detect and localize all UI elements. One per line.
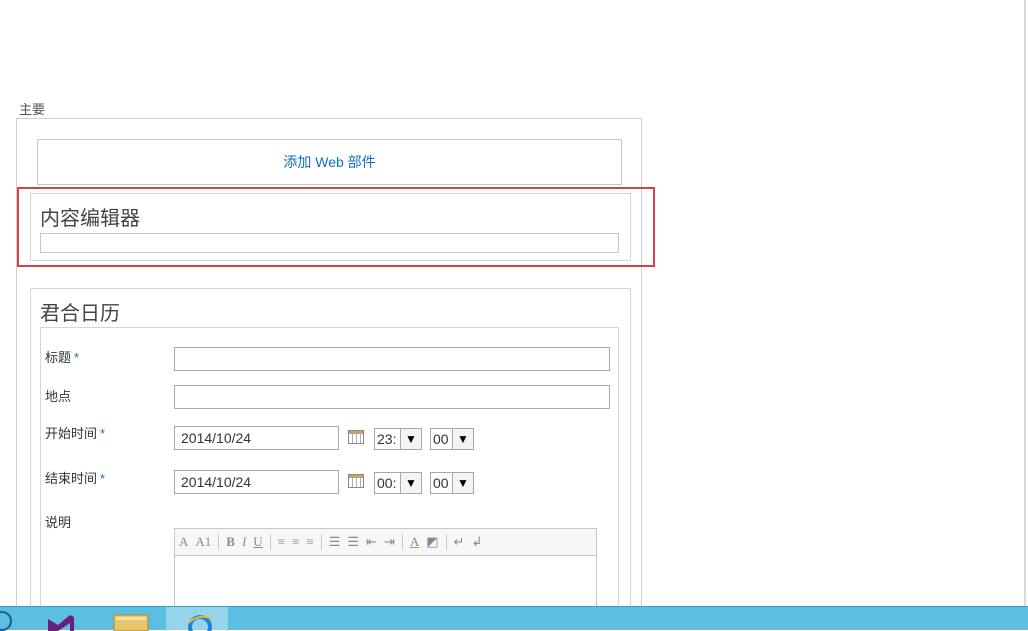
toolbar-separator [269, 534, 271, 550]
required-mark: * [100, 426, 106, 441]
file-explorer-icon[interactable] [112, 607, 150, 631]
numbered-list-icon[interactable]: ☰ [329, 534, 341, 550]
underline-icon[interactable]: U [253, 534, 262, 550]
font-icon[interactable]: A [179, 534, 188, 550]
page-right-border [1024, 0, 1026, 606]
description-label: 说明 [45, 515, 72, 530]
background-color-icon[interactable]: ◩ [426, 534, 438, 550]
description-rich-text-editor[interactable]: A A1 B I U ≡ ≡ ≡ ☰ ☰ ⇤ ⇥ A ◩ ↵ ↲ [174, 528, 597, 618]
end-date-input[interactable]: 2014/10/24 [174, 470, 339, 494]
start-date-input[interactable]: 2014/10/24 [174, 426, 339, 450]
bulleted-list-icon[interactable]: ☰ [347, 534, 359, 550]
rte-toolbar: A A1 B I U ≡ ≡ ≡ ☰ ☰ ⇤ ⇥ A ◩ ↵ ↲ [175, 529, 596, 556]
start-time-label: 开始时间 * [45, 426, 106, 441]
italic-icon[interactable]: I [242, 534, 246, 550]
left-to-right-icon[interactable]: ↵ [454, 534, 465, 550]
toolbar-separator [320, 534, 322, 550]
chevron-down-icon: ▼ [400, 473, 421, 493]
zone-title: 主要 [19, 102, 46, 117]
title-input[interactable] [174, 347, 610, 371]
chevron-down-icon: ▼ [452, 429, 473, 449]
chevron-down-icon: ▼ [400, 429, 421, 449]
end-time-label: 结束时间 * [45, 471, 106, 486]
calendar-icon[interactable] [348, 430, 364, 444]
end-minute-select[interactable]: 00 ▼ [430, 472, 474, 494]
start-orb-icon[interactable] [0, 607, 14, 631]
taskbar [0, 606, 1028, 631]
location-label: 地点 [45, 389, 72, 404]
highlight-annotation [17, 187, 655, 267]
visual-studio-icon[interactable] [44, 607, 80, 631]
required-mark: * [74, 350, 80, 365]
add-webpart-button[interactable]: 添加 Web 部件 [37, 139, 622, 185]
required-mark: * [100, 471, 106, 486]
start-hour-select[interactable]: 23: ▼ [374, 428, 422, 450]
font-size-icon[interactable]: A1 [195, 534, 211, 550]
internet-explorer-icon [187, 615, 213, 631]
end-hour-select[interactable]: 00: ▼ [374, 472, 422, 494]
align-right-icon[interactable]: ≡ [306, 534, 313, 550]
calendar-icon[interactable] [348, 474, 364, 488]
calendar-title[interactable]: 君合日历 [40, 297, 120, 326]
increase-indent-icon[interactable]: ⇥ [384, 534, 395, 550]
align-center-icon[interactable]: ≡ [292, 534, 299, 550]
toolbar-separator [401, 534, 403, 550]
toolbar-separator [218, 534, 220, 550]
title-label: 标题 * [45, 350, 80, 365]
toolbar-separator [445, 534, 447, 550]
start-minute-select[interactable]: 00 ▼ [430, 428, 474, 450]
right-to-left-icon[interactable]: ↲ [471, 534, 482, 550]
bold-icon[interactable]: B [226, 534, 235, 550]
decrease-indent-icon[interactable]: ⇤ [366, 534, 377, 550]
text-color-icon[interactable]: A [410, 534, 419, 550]
align-left-icon[interactable]: ≡ [278, 534, 285, 550]
chevron-down-icon: ▼ [452, 473, 473, 493]
location-input[interactable] [174, 385, 610, 409]
